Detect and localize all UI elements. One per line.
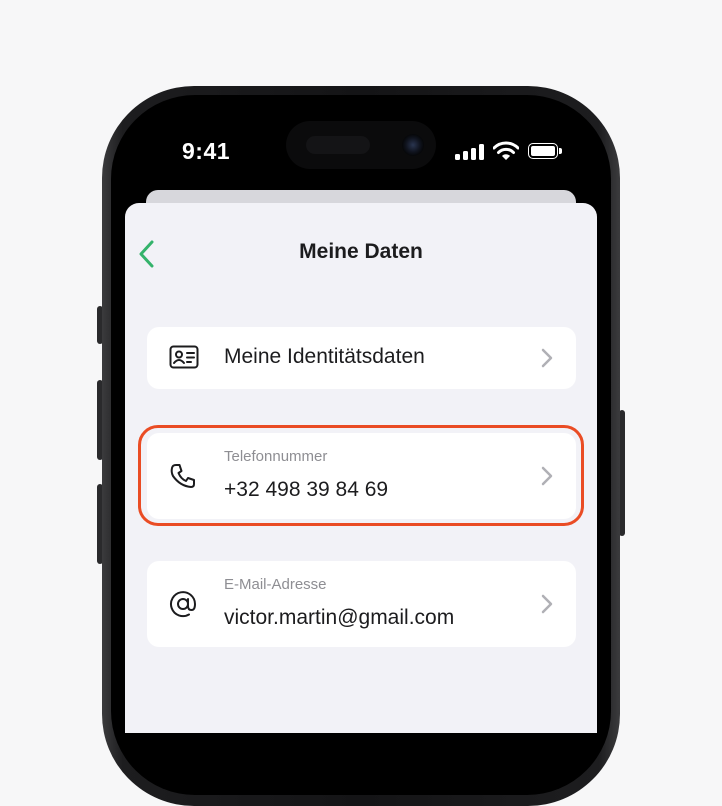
chevron-right-icon — [541, 348, 553, 368]
camera-icon — [402, 134, 424, 156]
identity-data-label: Meine Identitätsdaten — [224, 345, 425, 368]
email-value: victor.martin@gmail.com — [224, 606, 455, 629]
cellular-signal-icon — [455, 144, 485, 160]
dynamic-island-sensor — [306, 136, 370, 154]
status-time: 9:41 — [182, 138, 231, 164]
id-card-icon — [169, 345, 199, 369]
email-caption: E-Mail-Adresse — [224, 576, 327, 593]
battery-icon — [528, 143, 562, 159]
at-sign-icon — [170, 591, 197, 618]
identity-data-row[interactable]: Meine Identitätsdaten — [147, 327, 576, 389]
chevron-right-icon — [541, 594, 553, 614]
wifi-icon — [493, 141, 519, 160]
page-title: Meine Daten — [299, 240, 423, 263]
email-row[interactable]: E-Mail-Adresse victor.martin@gmail.com — [147, 561, 576, 647]
phone-row-highlight — [138, 425, 584, 526]
